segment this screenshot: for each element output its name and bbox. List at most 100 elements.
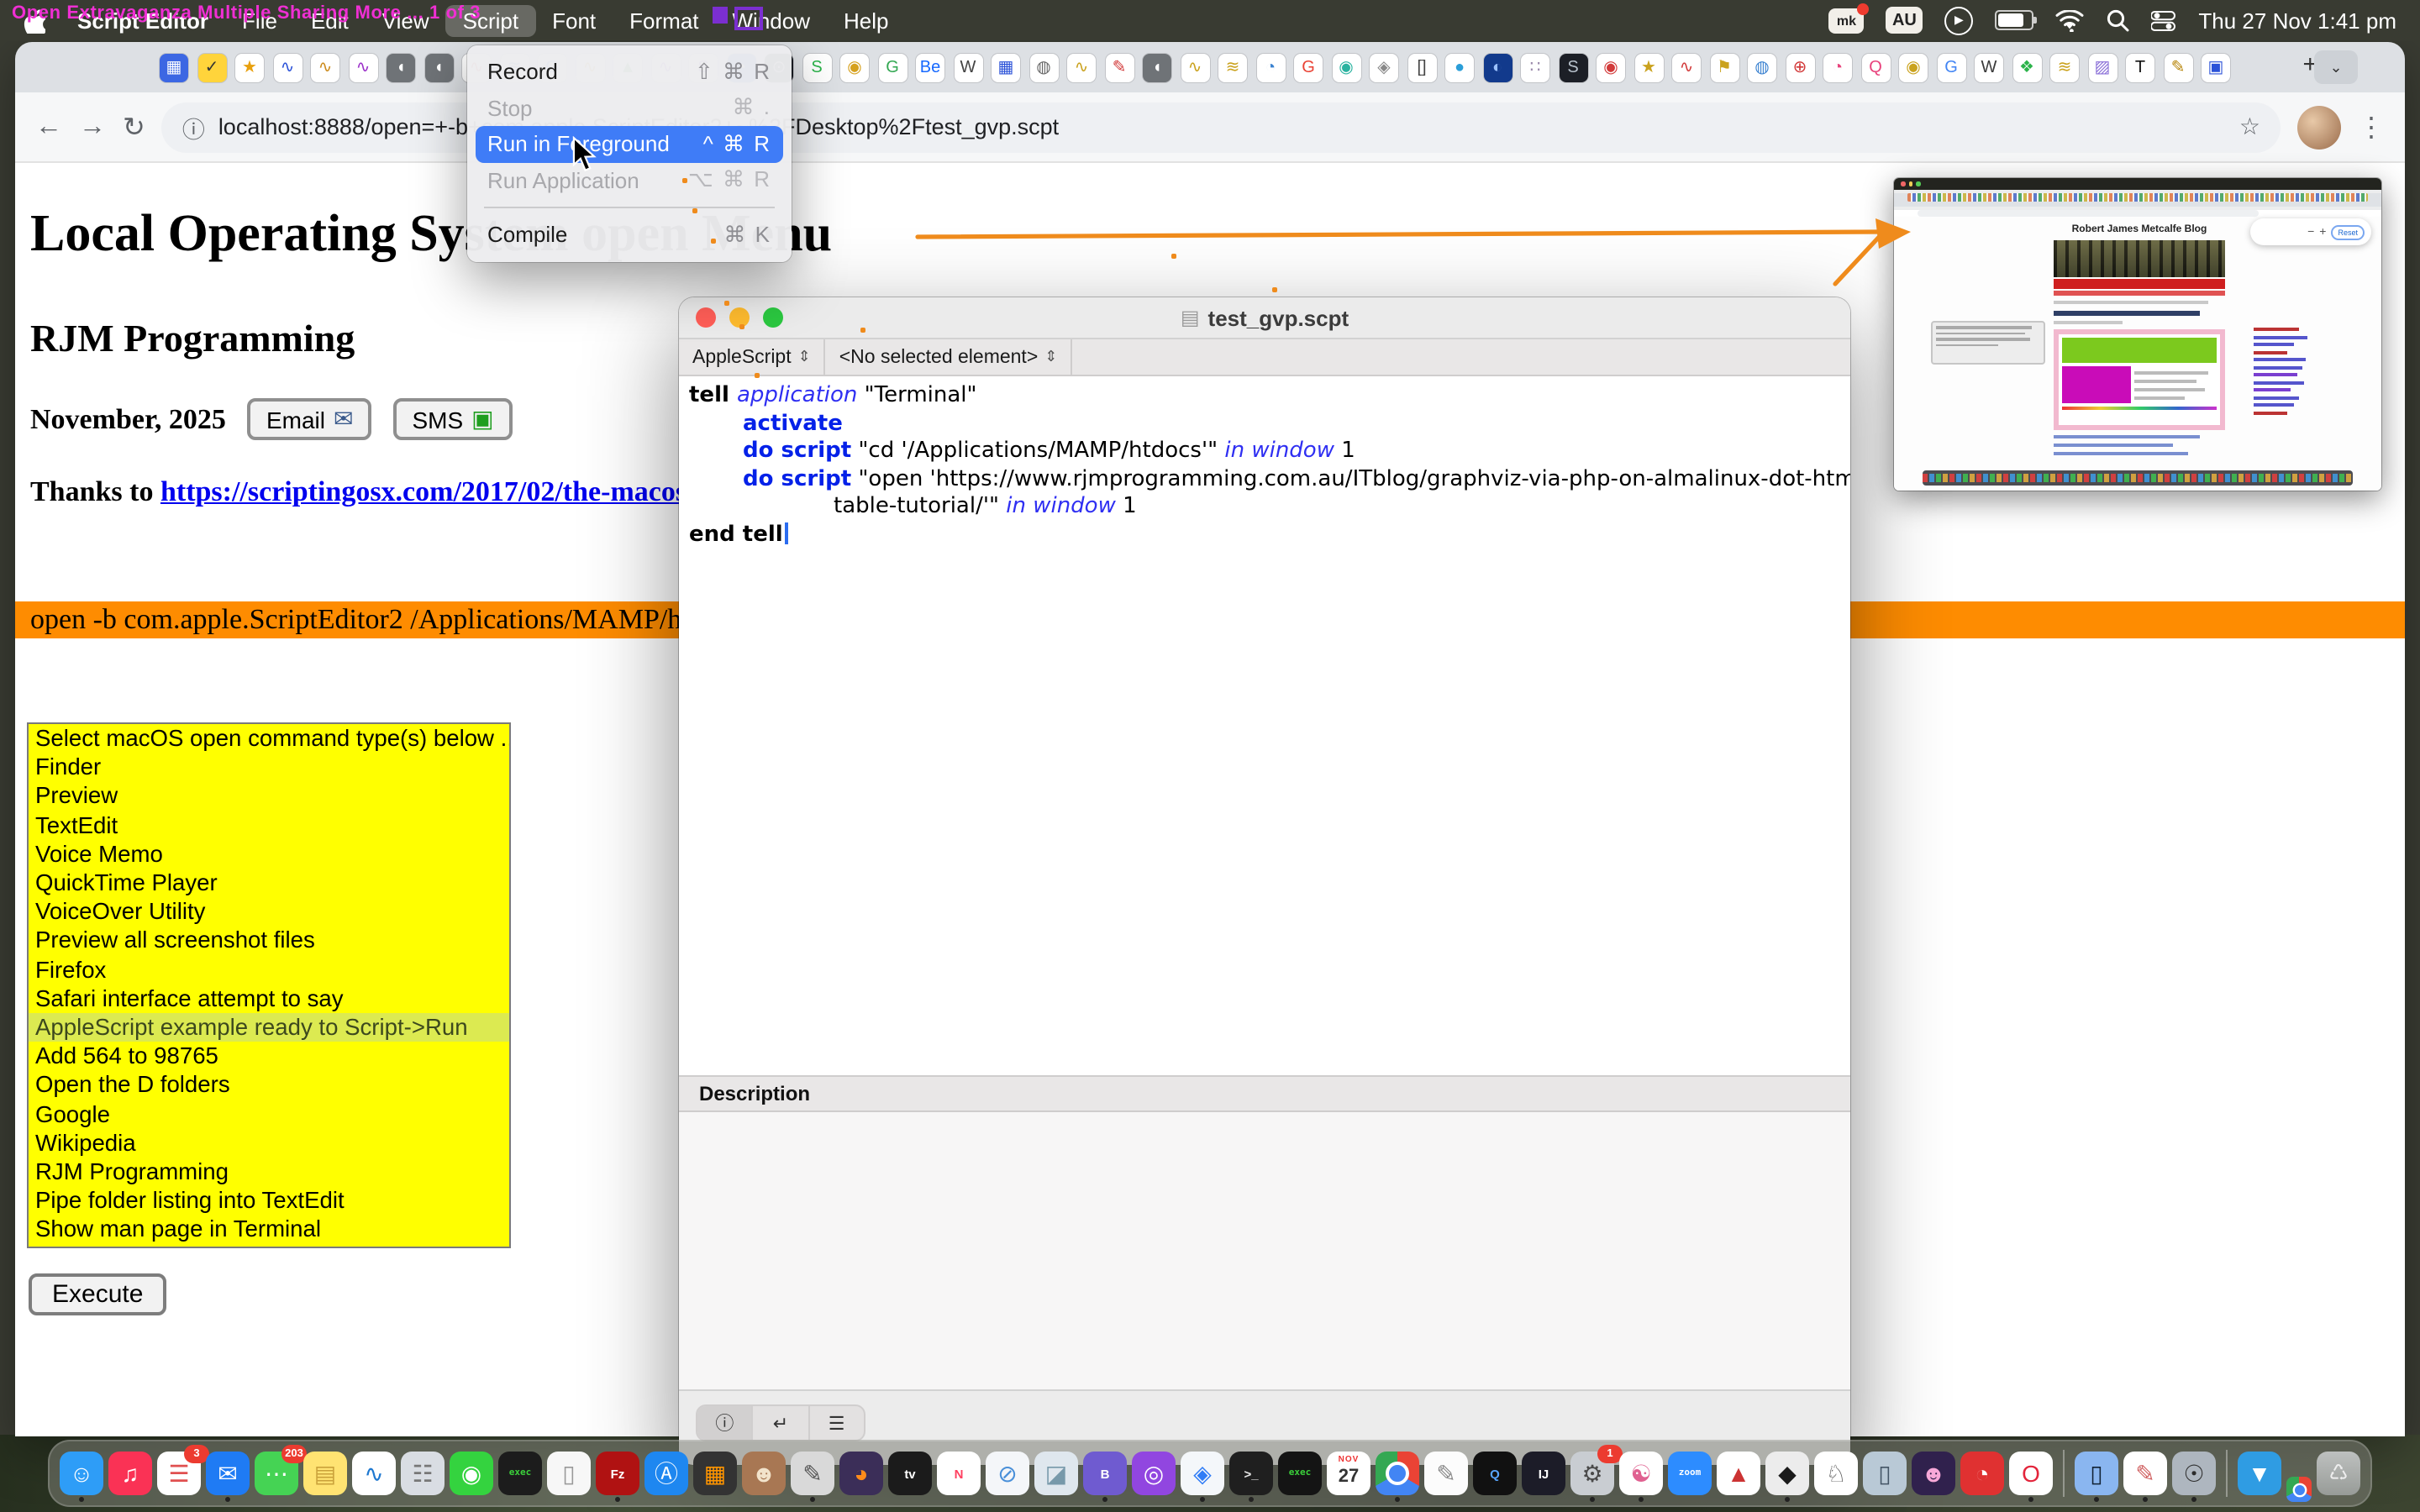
tab-overflow-button[interactable]: ⌄ xyxy=(2314,50,2358,84)
tab-favicon[interactable]: G xyxy=(1294,53,1323,81)
dock-item-quicktime[interactable]: Q xyxy=(1473,1452,1517,1495)
log-segment[interactable]: ☰ xyxy=(809,1406,864,1440)
list-item[interactable]: Firefox xyxy=(29,955,509,984)
dock-item-intellij[interactable]: IJ xyxy=(1522,1452,1565,1495)
zoom-button[interactable] xyxy=(763,307,783,328)
tab-favicon[interactable]: T xyxy=(2126,53,2154,81)
tab-favicon[interactable]: G xyxy=(878,53,907,81)
menubar-item[interactable]: Font xyxy=(535,4,613,36)
dock-item-iphone-mirroring[interactable]: ▯ xyxy=(2075,1452,2118,1495)
tab-favicon[interactable]: W xyxy=(954,53,982,81)
dock-item-launchpad[interactable]: ☷ xyxy=(401,1452,445,1495)
list-item[interactable]: VoiceOver Utility xyxy=(29,897,509,926)
tab-favicon[interactable]: ⊕ xyxy=(1786,53,1814,81)
tab-favicon[interactable]: ◖ xyxy=(424,53,453,81)
tab-favicon[interactable]: ≋ xyxy=(2050,53,2079,81)
tab-favicon[interactable]: G xyxy=(1937,53,1965,81)
tab-favicon[interactable]: ◍ xyxy=(1029,53,1058,81)
tab-favicon[interactable]: ✓ xyxy=(197,53,226,81)
dock-item-app-store[interactable]: Ⓐ xyxy=(644,1452,688,1495)
list-item[interactable]: Add 564 to 98765 xyxy=(29,1042,509,1070)
tab-favicon[interactable]: ∿ xyxy=(349,53,377,81)
dock-item-finder[interactable]: ☺ xyxy=(60,1452,103,1495)
dock-item-notes[interactable]: ▤ xyxy=(303,1452,347,1495)
list-item[interactable]: Open the D folders xyxy=(29,1071,509,1100)
list-item[interactable]: Wikipedia xyxy=(29,1129,509,1158)
dock-item-trash[interactable]: ♺ xyxy=(2317,1452,2360,1495)
email-button[interactable]: Email✉ xyxy=(248,398,372,440)
reload-button[interactable]: ↻ xyxy=(123,110,145,144)
tab-favicon[interactable]: ▦ xyxy=(160,53,188,81)
dock-item-accessibility[interactable]: ☉ xyxy=(2172,1452,2216,1495)
open-type-listbox[interactable]: Select macOS open command type(s) below … xyxy=(27,722,511,1248)
tab-favicon[interactable]: S xyxy=(802,53,831,81)
dock-item-paint-palette[interactable]: ☯ xyxy=(1619,1452,1663,1495)
tab-favicon[interactable]: ∿ xyxy=(311,53,339,81)
dock-item-separator[interactable] xyxy=(2226,1450,2228,1497)
menubar-clock[interactable]: Thu 27 Nov 1:41 pm xyxy=(2198,8,2396,33)
dock-item-iphone[interactable]: ▯ xyxy=(1863,1452,1907,1495)
list-item[interactable]: QuickTime Player xyxy=(29,869,509,897)
list-item[interactable]: TextEdit xyxy=(29,811,509,839)
tab-favicon[interactable]: ▣ xyxy=(2202,53,2230,81)
list-item[interactable]: Pipe folder listing into TextEdit xyxy=(29,1187,509,1215)
tab-favicon[interactable]: ∿ xyxy=(1067,53,1096,81)
dock-item-bbedit[interactable]: B xyxy=(1083,1452,1127,1495)
dock-item-chrome-file[interactable] xyxy=(2286,1477,2312,1502)
menubar-item[interactable]: Help xyxy=(827,4,906,36)
execute-button[interactable]: Execute xyxy=(29,1273,166,1315)
dock-item-exec-script[interactable]: exec xyxy=(498,1452,542,1495)
menubar-item[interactable]: Format xyxy=(613,4,715,36)
tab-favicon[interactable]: ◍ xyxy=(1748,53,1776,81)
dock-item-news[interactable]: N xyxy=(937,1452,981,1495)
dock-item-parallels[interactable]: ⊘ xyxy=(986,1452,1029,1495)
menu-item[interactable]: Compile ⌘ K xyxy=(467,217,792,253)
dock-item-textedit[interactable]: ✎ xyxy=(1424,1452,1468,1495)
list-item[interactable]: Safari interface attempt to say xyxy=(29,984,509,1013)
tab-favicon[interactable]: [] xyxy=(1407,53,1436,81)
list-item[interactable]: Google xyxy=(29,1100,509,1128)
tab-favicon[interactable]: ∷ xyxy=(1521,53,1549,81)
tab-favicon[interactable]: ⚑ xyxy=(1710,53,1739,81)
list-item[interactable]: AppleScript example ready to Script->Run xyxy=(29,1013,509,1042)
tab-favicon[interactable]: ◉ xyxy=(1597,53,1625,81)
dock-item-chrome[interactable] xyxy=(1376,1452,1419,1495)
dock-item-downloads[interactable]: ▼ xyxy=(2238,1452,2281,1495)
menu-item[interactable] xyxy=(484,207,775,208)
tab-favicon[interactable]: ▦ xyxy=(992,53,1020,81)
menu-item[interactable]: Stop ⌘ . xyxy=(467,90,792,126)
tab-favicon[interactable]: ◉ xyxy=(840,53,869,81)
language-selector[interactable]: AppleScript ⇕ xyxy=(679,339,826,375)
tab-favicon[interactable]: Q xyxy=(1861,53,1890,81)
dock-item-zoom[interactable]: zoom xyxy=(1668,1452,1712,1495)
list-item[interactable]: RJM Programming xyxy=(29,1158,509,1186)
tab-favicon[interactable]: ★ xyxy=(235,53,264,81)
tab-favicon[interactable]: ◉ xyxy=(1332,53,1360,81)
wifi-icon[interactable] xyxy=(2055,9,2084,31)
description-body[interactable] xyxy=(679,1112,1850,1389)
dock-item-mail[interactable]: ✉ xyxy=(206,1452,250,1495)
close-button[interactable] xyxy=(696,307,716,328)
dock-item-apple-tv[interactable]: tv xyxy=(888,1452,932,1495)
dock-item-speed-gauge[interactable]: ◔ xyxy=(1960,1452,2004,1495)
tab-favicon[interactable]: ≋ xyxy=(1218,53,1247,81)
list-item[interactable]: Finder xyxy=(29,753,509,781)
dock-item-terminal[interactable]: >_ xyxy=(1229,1452,1273,1495)
dock-item-inkscape[interactable]: ◆ xyxy=(1765,1452,1809,1495)
dock-item-settings[interactable]: ⚙ 1 xyxy=(1570,1452,1614,1495)
tab-favicon[interactable]: ★ xyxy=(1634,53,1663,81)
tab-favicon[interactable]: ❖ xyxy=(2012,53,2041,81)
tab-favicon[interactable]: ◉ xyxy=(1899,53,1928,81)
dock-item-messages[interactable]: ⋯ 203 xyxy=(255,1452,298,1495)
tab-favicon[interactable]: ◈ xyxy=(1370,53,1398,81)
tab-favicon[interactable]: ∿ xyxy=(273,53,302,81)
tab-favicon[interactable]: ✎ xyxy=(1105,53,1134,81)
dock-item-cat-app[interactable]: ☻ xyxy=(1912,1452,1955,1495)
menu-item[interactable]: Record ⇧ ⌘ R xyxy=(467,54,792,90)
battery-icon[interactable] xyxy=(1995,10,2033,30)
tab-favicon[interactable]: W xyxy=(1975,53,2003,81)
tab-favicon[interactable]: S xyxy=(1559,53,1587,81)
list-item[interactable]: Select macOS open command type(s) below … xyxy=(29,724,509,753)
menu-item[interactable]: Run in Foreground ^ ⌘ R xyxy=(476,126,783,162)
menubar-item[interactable]: Window xyxy=(716,4,828,36)
